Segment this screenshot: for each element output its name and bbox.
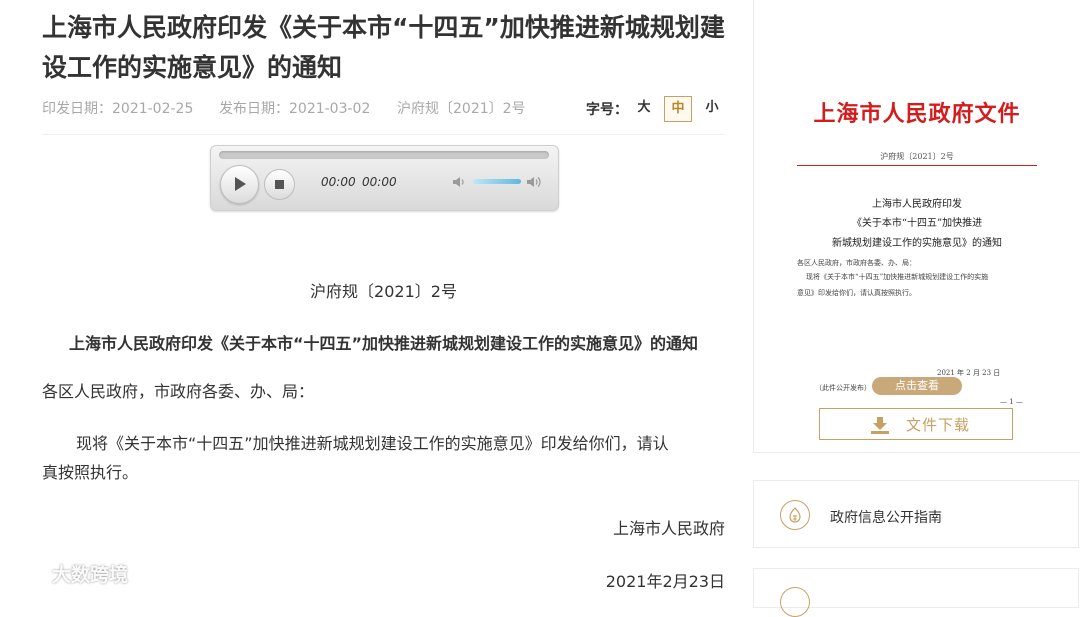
watermark-logo-icon: [8, 566, 47, 586]
volume-slider[interactable]: [473, 179, 521, 184]
audio-player: 00:00 00:00: [210, 145, 559, 211]
preview-header: 上海市人民政府文件: [813, 101, 1021, 127]
preview-doc-number: 沪府规〔2021〕2号: [880, 152, 954, 161]
document-code: 沪府规〔2021〕2号: [397, 101, 526, 117]
font-size-large-button[interactable]: 大: [631, 96, 657, 120]
preview-title-line-1: 上海市人民政府印发: [872, 199, 962, 210]
watermark: 大数跨境: [8, 560, 128, 587]
body-paragraph-line-1: 现将《关于本市“十四五”加快推进新城规划建设工作的实施意见》印发给你们，请认: [76, 434, 669, 453]
page-title: 上海市人民政府印发《关于本市“十四五”加快推进新城规划建设工作的实施意见》的通知: [42, 13, 725, 82]
audio-progress-bar[interactable]: [219, 151, 549, 159]
salutation: 各区人民政府，市政府各委、办、局：: [42, 382, 315, 401]
download-icon: [871, 417, 889, 434]
header-divider: [42, 134, 725, 135]
download-file-button[interactable]: 文件下载: [819, 408, 1013, 440]
preview-footnote: （此件公开发布）: [815, 384, 871, 392]
guide-icon: [780, 500, 810, 530]
font-size-small-button[interactable]: 小: [699, 96, 725, 120]
preview-page-mark: — 1 —: [1000, 398, 1023, 406]
watermark-text: 大数跨境: [52, 564, 129, 586]
duration-time: 00:00: [362, 175, 397, 189]
info-disclosure-guide-card[interactable]: 政府信息公开指南: [753, 480, 1079, 548]
publish-date: 发布日期：2021-03-02: [219, 101, 371, 117]
document-heading: 上海市人民政府印发《关于本市“十四五”加快推进新城规划建设工作的实施意见》的通知: [68, 334, 699, 353]
preview-title-line-2: 《关于本市“十四五”加快推进: [851, 218, 983, 229]
signature: 上海市人民政府: [612, 519, 725, 538]
preview-body-line-1: 现将《关于本市“十四五”加快推进新城规划建设工作的实施: [806, 273, 989, 281]
document-number: 沪府规〔2021〕2号: [310, 282, 457, 301]
next-side-card[interactable]: [753, 568, 1079, 617]
document-preview-card: 上海市人民政府文件 沪府规〔2021〕2号 上海市人民政府印发 《关于本市“十四…: [753, 0, 1080, 453]
document-date: 2021年2月23日: [605, 572, 725, 591]
current-time: 00:00: [321, 175, 356, 189]
preview-title-line-3: 新城规划建设工作的实施意见》的通知: [832, 238, 1002, 249]
preview-red-rule: [797, 165, 1037, 166]
volume-low-icon[interactable]: [451, 174, 467, 190]
font-size-label: 字号：: [586, 102, 628, 118]
guide-link-label[interactable]: 政府信息公开指南: [830, 507, 942, 527]
stop-button[interactable]: [264, 169, 295, 200]
download-label: 文件下载: [906, 416, 971, 434]
preview-body-line-2: 意见》印发给你们，请认真按照执行。: [797, 289, 916, 297]
issue-date: 印发日期：2021-02-25: [42, 101, 194, 117]
view-document-button[interactable]: 点击查看: [872, 377, 962, 395]
font-size-medium-button[interactable]: 中: [664, 96, 692, 122]
side-card-icon: [780, 587, 810, 617]
body-paragraph-line-2: 真按照执行。: [42, 463, 139, 482]
preview-addressee: 各区人民政府，市政府各委、办、局：: [797, 259, 916, 267]
volume-high-icon[interactable]: [525, 174, 543, 190]
play-button[interactable]: [220, 165, 259, 204]
